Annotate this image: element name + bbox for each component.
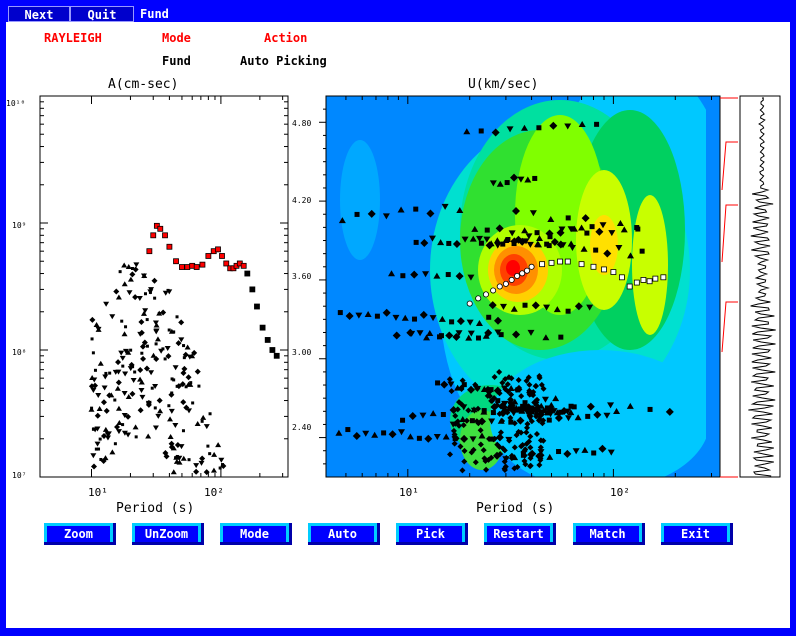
- scatter-point: [647, 406, 653, 412]
- scatter-point: [449, 319, 455, 325]
- restart-button[interactable]: Restart: [484, 523, 556, 545]
- scatter-point: [478, 128, 484, 134]
- scatter-point: [568, 403, 574, 409]
- y-tick-label: 3.00: [292, 348, 311, 357]
- scatter-point: [498, 332, 504, 338]
- picked-velocity-point: [633, 279, 640, 286]
- picked-velocity-point: [640, 277, 647, 283]
- picked-velocity-point: [539, 261, 546, 268]
- scatter-point: [490, 410, 496, 416]
- exit-button[interactable]: Exit: [661, 523, 733, 545]
- y-tick-label: 4.80: [292, 119, 311, 128]
- scatter-point: [413, 206, 419, 212]
- scatter-point: [546, 417, 552, 423]
- scatter-point: [416, 435, 422, 441]
- scatter-point: [354, 211, 360, 217]
- scatter-point: [374, 313, 380, 319]
- scatter-point: [532, 175, 538, 181]
- auto-button[interactable]: Auto: [308, 523, 380, 545]
- picked-velocity-point: [490, 287, 497, 294]
- picked-velocity-point: [619, 274, 625, 281]
- picked-velocity-point: [557, 258, 563, 265]
- picked-velocity-point: [514, 272, 521, 279]
- picked-velocity-point: [646, 278, 653, 285]
- picked-velocity-point: [466, 300, 473, 307]
- picked-velocity-point: [626, 283, 633, 290]
- scatter-point: [589, 224, 595, 230]
- scatter-point: [475, 335, 481, 341]
- pick-button[interactable]: Pick: [396, 523, 468, 545]
- scatter-point: [584, 230, 590, 236]
- scatter-point: [639, 248, 645, 254]
- scatter-point: [337, 310, 343, 316]
- scatter-point: [534, 230, 540, 236]
- picked-velocity-point: [578, 261, 585, 268]
- scatter-point: [536, 125, 542, 131]
- mode-button[interactable]: Mode: [220, 523, 292, 545]
- scatter-point: [400, 273, 406, 279]
- picked-velocity-point: [482, 291, 489, 298]
- picked-velocity-point: [652, 275, 659, 282]
- picked-velocity-point: [496, 283, 503, 290]
- scatter-point: [438, 333, 444, 339]
- scatter-point: [585, 413, 591, 419]
- scatter-point: [478, 240, 484, 246]
- picked-velocity-point: [590, 263, 597, 270]
- scatter-point: [593, 247, 599, 253]
- scatter-point: [556, 449, 562, 455]
- scatter-point: [591, 450, 597, 456]
- scatter-point: [635, 226, 641, 232]
- scatter-point: [565, 308, 571, 314]
- y-tick-label: 2.40: [292, 423, 311, 432]
- scatter-point: [486, 314, 492, 320]
- scatter-point: [511, 241, 517, 247]
- scatter-point: [544, 241, 550, 247]
- picked-velocity-point: [610, 269, 617, 275]
- scatter-point: [412, 316, 418, 322]
- picked-velocity-point: [548, 259, 555, 266]
- scatter-point: [469, 418, 475, 424]
- scatter-point: [446, 240, 452, 246]
- seismogram-panel: [739, 95, 781, 478]
- contour-region: [632, 195, 668, 335]
- scatter-point: [400, 417, 406, 423]
- scatter-point: [504, 180, 510, 186]
- picked-velocity-point: [519, 270, 526, 277]
- scatter-point: [381, 430, 387, 436]
- picked-velocity-point: [601, 266, 607, 273]
- y-tick-label: 4.20: [292, 196, 311, 205]
- scatter-point: [345, 427, 351, 433]
- match-button[interactable]: Match: [573, 523, 645, 545]
- x-tick-label: 10²: [610, 486, 630, 499]
- picked-velocity-point: [564, 258, 571, 265]
- picked-velocity-point: [475, 295, 482, 302]
- zoom-button[interactable]: Zoom: [44, 523, 116, 545]
- unzoom-button[interactable]: UnZoom: [132, 523, 204, 545]
- scatter-point: [440, 412, 446, 418]
- picked-velocity-point: [502, 280, 509, 287]
- scatter-point: [594, 121, 600, 127]
- scatter-point: [413, 239, 419, 245]
- x-tick-label: 10¹: [399, 486, 419, 499]
- picked-velocity-point: [660, 274, 667, 281]
- scatter-point: [547, 234, 553, 240]
- picked-velocity-point: [524, 267, 531, 274]
- picked-velocity-point: [508, 276, 515, 283]
- contour-region: [340, 140, 380, 260]
- scatter-point: [435, 380, 441, 386]
- scatter-point: [565, 215, 571, 221]
- scatter-point: [484, 227, 490, 233]
- scatter-point: [445, 272, 451, 278]
- picked-velocity-point: [528, 263, 535, 270]
- scatter-point: [558, 334, 564, 340]
- time-window-markers: [720, 97, 738, 478]
- scatter-point: [522, 302, 528, 308]
- contour-region: [706, 96, 720, 477]
- y-tick-label: 3.60: [292, 272, 311, 281]
